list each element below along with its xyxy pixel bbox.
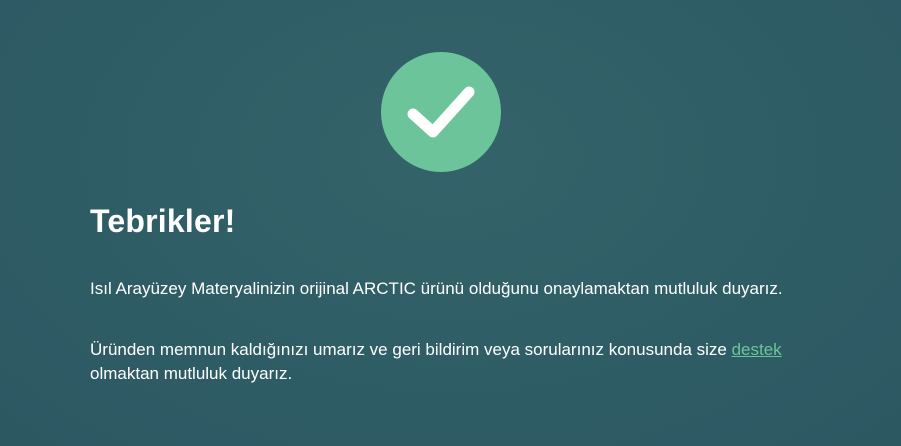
confirmation-message: Isıl Arayüzey Materyalinizin orijinal AR…: [90, 279, 783, 298]
check-circle-icon: [381, 52, 501, 172]
support-message-text-end: olmaktan mutluluk duyarız.: [90, 364, 293, 383]
support-message-text: Üründen memnun kaldığınızı umarız ve ger…: [90, 340, 732, 359]
support-message: Üründen memnun kaldığınızı umarız ve ger…: [90, 338, 810, 386]
page-title: Tebrikler!: [90, 203, 236, 239]
checkmark-icon: [407, 86, 475, 138]
support-link[interactable]: destek: [732, 340, 782, 359]
